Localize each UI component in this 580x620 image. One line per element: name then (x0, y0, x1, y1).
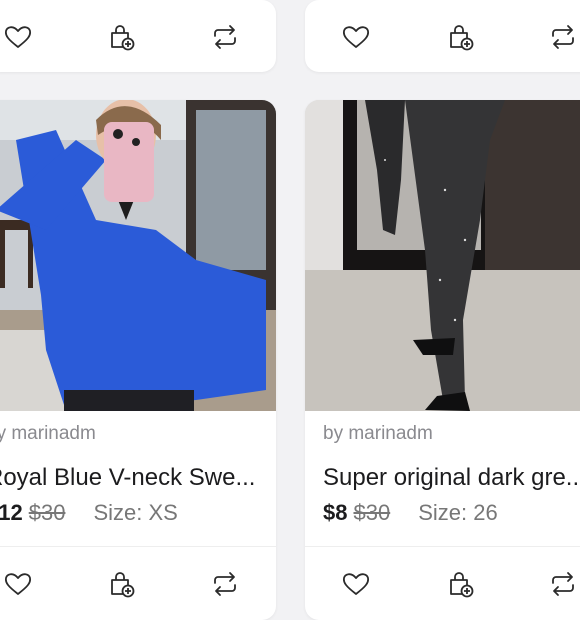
heart-icon (4, 573, 32, 595)
listing-price: $8 (323, 500, 348, 525)
add-to-bundle-button[interactable] (106, 22, 136, 52)
like-button[interactable] (341, 569, 371, 599)
card-actions (305, 546, 580, 619)
listing-photo[interactable] (0, 100, 276, 411)
leggings-mirror-photo (305, 100, 580, 411)
share-button[interactable] (210, 22, 240, 52)
listing-card-sweater[interactable]: by marinadm Royal Blue V-neck Swe... $12… (0, 100, 276, 620)
share-button[interactable] (548, 22, 578, 52)
share-button[interactable] (210, 569, 240, 599)
repost-icon (552, 25, 574, 49)
original-price: $30 (353, 500, 391, 525)
share-button[interactable] (548, 569, 578, 599)
add-to-bag-icon (111, 25, 135, 51)
listing-size: Size: 26 (418, 500, 498, 525)
repost-icon (552, 572, 574, 596)
listing-size: Size: XS (93, 500, 178, 525)
heart-icon (342, 26, 370, 48)
like-button[interactable] (3, 569, 33, 599)
card-actions (0, 546, 276, 619)
add-to-bundle-button[interactable] (445, 22, 475, 52)
listing-price: $12 (0, 500, 23, 525)
like-button[interactable] (341, 22, 371, 52)
seller-name[interactable]: by marinadm (323, 423, 433, 445)
listing-card-leggings[interactable]: by marinadm Super original dark gre... $… (305, 100, 580, 620)
listing-title[interactable]: Royal Blue V-neck Swe... (0, 464, 255, 492)
repost-icon (214, 25, 236, 49)
listing-card-top-right (305, 0, 580, 72)
card-actions (0, 0, 276, 72)
repost-icon (214, 572, 236, 596)
add-to-bundle-button[interactable] (445, 569, 475, 599)
heart-icon (4, 26, 32, 48)
like-button[interactable] (3, 22, 33, 52)
listing-photo[interactable] (305, 100, 580, 411)
price-row: $12$30 Size: XS (0, 500, 178, 526)
price-row: $8 $30 Size: 26 (323, 500, 498, 526)
add-to-bag-icon (450, 572, 474, 598)
listing-card-top-left (0, 0, 276, 72)
add-to-bundle-button[interactable] (106, 569, 136, 599)
sweater-selfie-photo (0, 100, 276, 411)
add-to-bag-icon (111, 572, 135, 598)
listing-title[interactable]: Super original dark gre... (323, 464, 580, 492)
heart-icon (342, 573, 370, 595)
add-to-bag-icon (450, 25, 474, 51)
card-actions (305, 0, 580, 72)
original-price: $30 (28, 500, 66, 525)
seller-name[interactable]: by marinadm (0, 423, 96, 445)
